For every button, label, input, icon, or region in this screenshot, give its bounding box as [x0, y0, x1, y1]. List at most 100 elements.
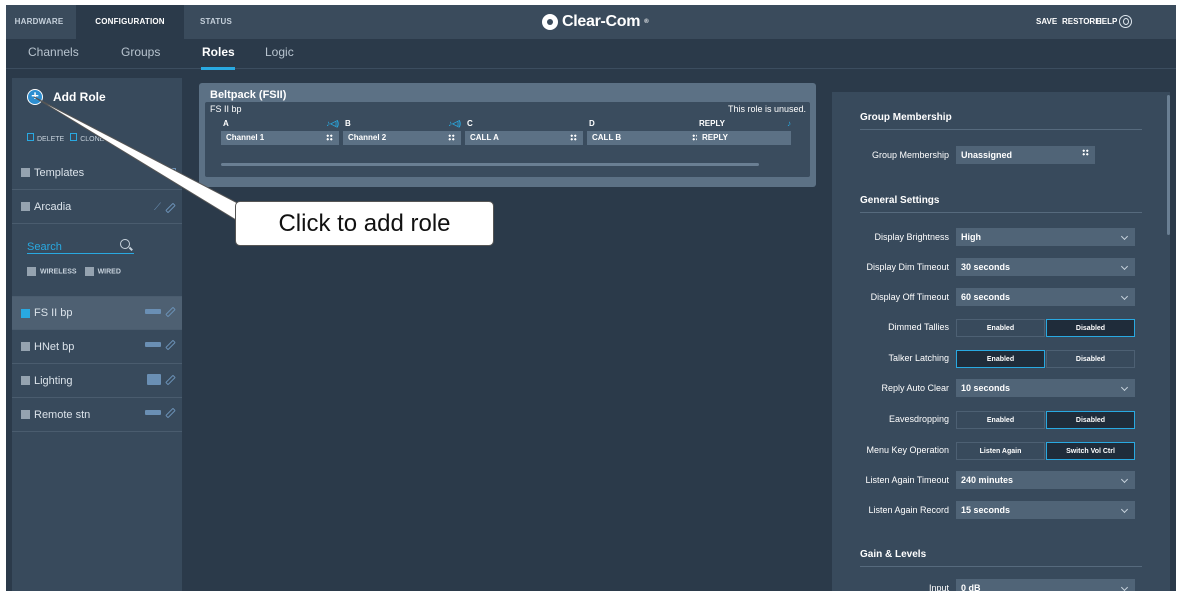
horizontal-scrollbar[interactable]	[221, 163, 759, 166]
section-general-settings: General Settings	[860, 195, 940, 206]
edit-icon[interactable]	[165, 306, 176, 317]
group-membership-field[interactable]: Unassigned	[956, 146, 1095, 164]
role-icons	[145, 339, 176, 350]
role-item-hnet-bp[interactable]: HNet bp	[12, 330, 182, 364]
role-icons	[147, 374, 176, 385]
listen-again-record-label: Listen Again Record	[868, 505, 949, 515]
add-role-button[interactable]: + Add Role	[27, 89, 106, 105]
tab-channels[interactable]: Channels	[28, 45, 79, 59]
listen-again-timeout-select[interactable]: 240 minutes	[956, 471, 1135, 489]
edit-icon[interactable]	[165, 202, 176, 213]
arcadia-checkbox[interactable]	[21, 202, 30, 211]
station-icon	[145, 410, 161, 415]
wireless-checkbox[interactable]	[27, 267, 36, 276]
role-actions: DELETE CLONE	[27, 133, 104, 143]
listen-again-record-select[interactable]: 15 seconds	[956, 501, 1135, 519]
role-item-fs-ii-bp[interactable]: FS II bp	[12, 296, 182, 330]
beltpack-icon	[145, 309, 161, 314]
role-item-lighting[interactable]: Lighting	[12, 364, 182, 398]
key-value: CALL B	[592, 133, 622, 142]
field-value: Unassigned	[961, 150, 1013, 160]
save-button[interactable]: SAVE	[1036, 5, 1057, 39]
delete-button[interactable]: DELETE	[27, 133, 64, 143]
drag-handle-icon[interactable]	[448, 134, 455, 141]
field-value: 30 seconds	[961, 262, 1011, 272]
role-icons	[145, 407, 176, 418]
edit-icon[interactable]	[165, 407, 176, 418]
filter-wired[interactable]: WIRED	[84, 267, 121, 276]
clone-icon	[70, 133, 78, 141]
talker-latching-disabled[interactable]: Disabled	[1046, 350, 1135, 368]
chevron-down-icon	[1120, 383, 1129, 392]
key-b[interactable]: B ♪◁) Channel 2	[343, 119, 461, 145]
key-assignment[interactable]: Channel 1	[221, 131, 339, 145]
key-assignment[interactable]: Channel 2	[343, 131, 461, 145]
clone-button[interactable]: CLONE	[70, 133, 104, 143]
drag-handle-icon[interactable]	[570, 134, 577, 141]
mic-speaker-icon: ♪◁)	[448, 119, 461, 128]
edit-icon[interactable]	[165, 374, 176, 385]
eavesdropping-label: Eavesdropping	[888, 414, 949, 424]
role-checkbox[interactable]	[21, 376, 30, 385]
beltpack-name: FS II bp	[210, 104, 242, 114]
vertical-scrollbar[interactable]	[1167, 95, 1170, 235]
tab-roles[interactable]: Roles	[202, 45, 235, 59]
settings-pane: Group Membership Group Membership Unassi…	[825, 78, 1176, 591]
dimmed-tallies-disabled[interactable]: Disabled	[1046, 319, 1135, 337]
user-icon[interactable]	[1119, 15, 1132, 28]
templates-section[interactable]: Templates	[12, 156, 182, 190]
drag-handle-icon[interactable]	[1082, 149, 1089, 156]
display-dim-select[interactable]: 30 seconds	[956, 258, 1135, 276]
divider	[860, 212, 1142, 213]
role-checkbox[interactable]	[21, 410, 30, 419]
key-reply[interactable]: REPLY ♪ REPLY	[697, 119, 791, 145]
drag-handle-icon[interactable]	[326, 134, 333, 141]
role-checkbox[interactable]	[21, 342, 30, 351]
restore-button[interactable]: RESTORE	[1062, 5, 1101, 39]
key-c[interactable]: C CALL A	[465, 119, 583, 145]
beltpack-card[interactable]: Beltpack (FSII) FS II bp This role is un…	[199, 83, 816, 187]
tab-logic[interactable]: Logic	[265, 45, 294, 59]
field-value: 15 seconds	[961, 505, 1011, 515]
filter-wireless[interactable]: WIRELESS	[27, 267, 77, 276]
menu-key-switch-vol[interactable]: Switch Vol Ctrl	[1046, 442, 1135, 460]
search-placeholder: Search	[27, 241, 62, 253]
arcadia-section[interactable]: Arcadia ⟋	[12, 190, 182, 224]
help-button[interactable]: HELP	[1096, 5, 1117, 39]
display-brightness-select[interactable]: High	[956, 228, 1135, 246]
divider	[860, 129, 1142, 130]
display-off-select[interactable]: 60 seconds	[956, 288, 1135, 306]
top-bar: HARDWARE CONFIGURATION STATUS Clear-Com …	[6, 5, 1176, 39]
eavesdropping-disabled[interactable]: Disabled	[1046, 411, 1135, 429]
talker-latching-enabled[interactable]: Enabled	[956, 350, 1045, 368]
tab-status[interactable]: STATUS	[186, 5, 246, 39]
key-assignment[interactable]: CALL A	[465, 131, 583, 145]
menu-key-label: Menu Key Operation	[866, 445, 949, 455]
tab-hardware[interactable]: HARDWARE	[6, 5, 72, 39]
role-checkbox[interactable]	[21, 308, 30, 318]
role-status: This role is unused.	[727, 104, 806, 114]
filter-row: WIRELESS WIRED	[27, 267, 121, 276]
dimmed-tallies-enabled[interactable]: Enabled	[956, 319, 1045, 337]
panel-icon	[147, 374, 161, 385]
key-a[interactable]: A ♪◁) Channel 1	[221, 119, 339, 145]
eavesdropping-enabled[interactable]: Enabled	[956, 411, 1045, 429]
tab-groups[interactable]: Groups	[121, 45, 160, 59]
menu-key-listen-again[interactable]: Listen Again	[956, 442, 1045, 460]
input-gain-select[interactable]: 0 dB	[956, 579, 1135, 591]
edit-icon[interactable]	[165, 339, 176, 350]
key-d[interactable]: D CALL B	[587, 119, 705, 145]
beltpack-title: Beltpack (FSII)	[210, 89, 287, 101]
section-gain-levels: Gain & Levels	[860, 549, 927, 560]
search-input[interactable]: Search	[27, 237, 134, 254]
reply-auto-clear-select[interactable]: 10 seconds	[956, 379, 1135, 397]
display-brightness-label: Display Brightness	[874, 232, 949, 242]
tab-configuration[interactable]: CONFIGURATION	[76, 5, 184, 39]
key-assignment[interactable]: CALL B	[587, 131, 705, 145]
search-icon[interactable]	[120, 239, 130, 249]
templates-checkbox[interactable]	[21, 168, 30, 177]
role-item-remote-stn[interactable]: Remote stn	[12, 398, 182, 432]
key-assignment[interactable]: REPLY	[697, 131, 791, 145]
wired-checkbox[interactable]	[84, 267, 94, 276]
chevron-down-icon	[1120, 262, 1129, 271]
